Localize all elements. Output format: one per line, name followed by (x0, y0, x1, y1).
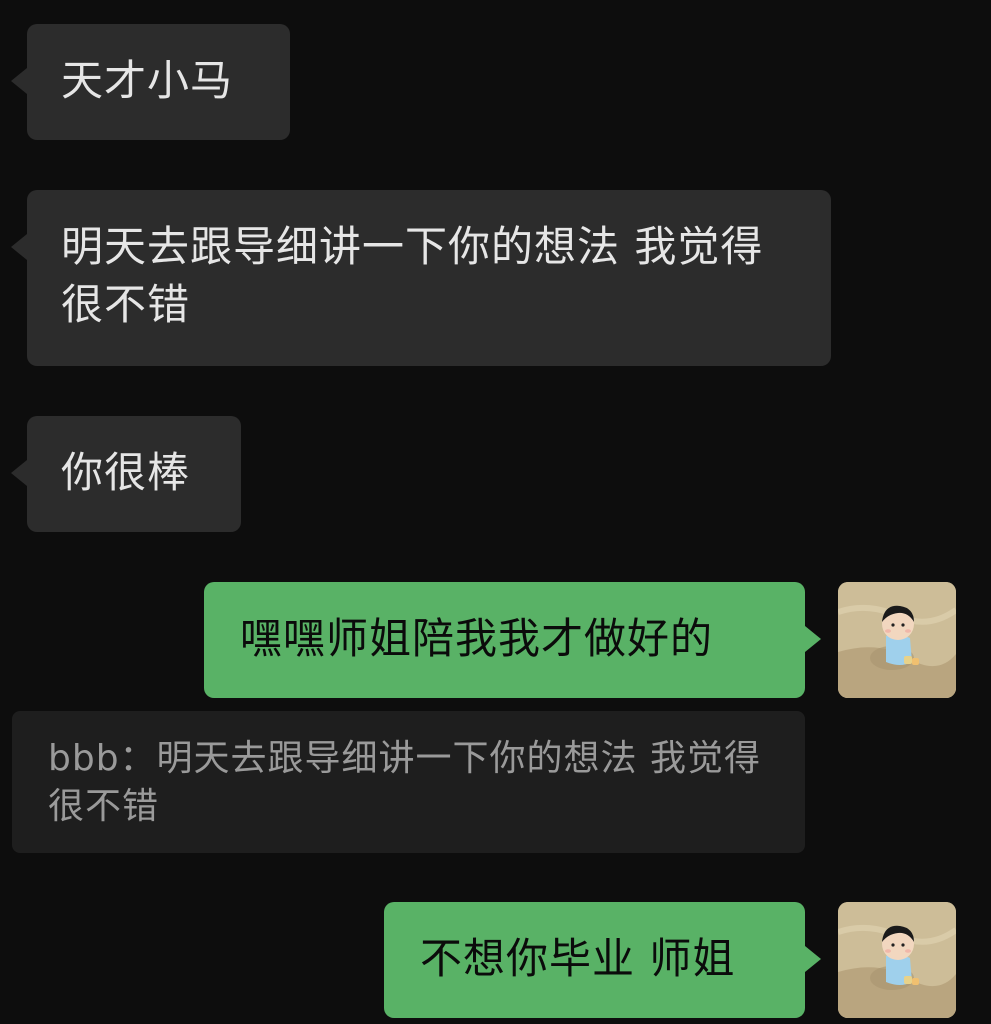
incoming-message-bubble[interactable]: 天才小马 (11, 24, 290, 140)
incoming-message-bubble[interactable]: 你很棒 (11, 416, 241, 532)
user-avatar[interactable] (838, 902, 956, 1018)
outgoing-message-bubble[interactable]: 嘿嘿师姐陪我我才做好的 (204, 582, 821, 698)
cartoon-child-avatar-icon (838, 902, 956, 1018)
quoted-message[interactable]: bbb：明天去跟导细讲一下你的想法 我觉得很不错 (12, 711, 805, 853)
quoted-message-text: bbb：明天去跟导细讲一下你的想法 我觉得很不错 (48, 738, 761, 827)
user-avatar[interactable] (838, 582, 956, 698)
message-text: 嘿嘿师姐陪我我才做好的 (240, 614, 714, 663)
outgoing-message-bubble[interactable]: 不想你毕业 师姐 (384, 902, 821, 1018)
message-text: 不想你毕业 师姐 (420, 934, 736, 983)
incoming-message-bubble[interactable]: 明天去跟导细讲一下你的想法 我觉得很不错 (11, 190, 831, 366)
message-text: 你很棒 (61, 448, 191, 497)
message-text: 明天去跟导细讲一下你的想法 我觉得很不错 (61, 222, 764, 329)
cartoon-child-avatar-icon (838, 582, 956, 698)
message-text: 天才小马 (61, 56, 234, 105)
